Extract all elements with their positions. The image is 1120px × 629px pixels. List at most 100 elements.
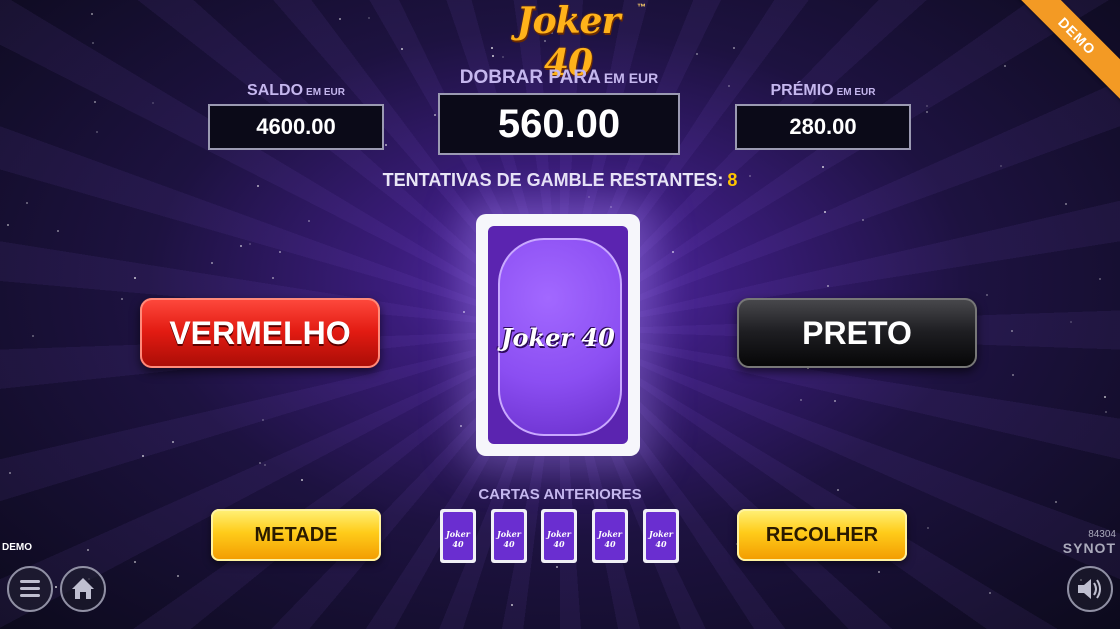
- star: [989, 592, 991, 594]
- double-to-box: 560.00: [438, 93, 680, 155]
- prize-label: PRÉMIO EM EUR: [735, 82, 911, 100]
- star: [259, 462, 261, 464]
- star: [96, 131, 98, 133]
- star: [728, 85, 730, 87]
- star: [610, 206, 612, 208]
- star: [32, 335, 34, 337]
- star: [926, 111, 928, 113]
- star: [986, 294, 988, 296]
- previous-card-logo: Joker 40: [547, 529, 571, 549]
- star: [301, 479, 303, 481]
- star: [1070, 321, 1072, 323]
- previous-card-logo: Joker 40: [598, 529, 622, 549]
- star: [55, 586, 57, 588]
- star: [368, 17, 370, 19]
- star: [588, 196, 590, 198]
- gamble-attempts-count: 8: [727, 170, 738, 190]
- brand-logo: SYNOT: [1062, 540, 1116, 556]
- game-id: 84304: [1088, 529, 1116, 540]
- star: [1065, 203, 1067, 205]
- star: [211, 262, 213, 264]
- star: [511, 604, 513, 606]
- half-button[interactable]: METADE: [211, 509, 381, 561]
- star: [1011, 330, 1013, 332]
- menu-button[interactable]: [7, 566, 53, 612]
- star: [240, 245, 242, 247]
- prize-label-text: PRÉMIO: [770, 82, 834, 99]
- star: [152, 102, 154, 104]
- previous-card: Joker 40: [592, 509, 628, 563]
- star: [172, 441, 174, 443]
- star: [134, 561, 136, 563]
- star: [1004, 65, 1006, 67]
- sound-button[interactable]: [1067, 566, 1113, 612]
- previous-card-logo: Joker 40: [497, 529, 521, 549]
- double-to-unit: EM EUR: [603, 70, 659, 86]
- star: [733, 47, 735, 49]
- star: [878, 571, 880, 573]
- star: [134, 277, 136, 279]
- previous-card-logo: Joker 40: [446, 529, 470, 549]
- balance-box: 4600.00: [208, 104, 384, 150]
- previous-cards-label: CARTAS ANTERIORES: [478, 486, 642, 503]
- balance-label-text: SALDO: [247, 82, 304, 99]
- prize-box: 280.00: [735, 104, 911, 150]
- trademark: ™: [637, 2, 646, 12]
- star: [926, 105, 928, 107]
- star: [1012, 374, 1014, 376]
- star: [177, 575, 179, 577]
- black-button[interactable]: PRETO: [737, 298, 977, 368]
- star: [862, 219, 864, 221]
- home-icon: [72, 578, 94, 599]
- star: [121, 298, 123, 300]
- previous-card: Joker 40: [440, 509, 476, 563]
- balance-label: SALDO EM EUR: [208, 82, 384, 100]
- star: [1104, 396, 1106, 398]
- star: [272, 277, 274, 279]
- star: [822, 166, 824, 168]
- star: [1000, 165, 1002, 167]
- speaker-icon: [1078, 579, 1101, 599]
- star: [492, 55, 494, 57]
- star: [279, 251, 281, 253]
- home-button[interactable]: [60, 566, 106, 612]
- star: [696, 53, 698, 55]
- star: [672, 251, 674, 253]
- star: [824, 211, 826, 213]
- star: [800, 399, 802, 401]
- gamble-card: Joker 40: [476, 214, 640, 456]
- star: [556, 566, 558, 568]
- demo-label: DEMO: [2, 542, 32, 553]
- star: [264, 464, 266, 466]
- gamble-attempts-label: TENTATIVAS DE GAMBLE RESTANTES:: [382, 170, 724, 190]
- previous-card: Joker 40: [491, 509, 527, 563]
- collect-button[interactable]: RECOLHER: [737, 509, 907, 561]
- star: [339, 18, 341, 20]
- star: [1099, 278, 1101, 280]
- star: [26, 202, 28, 204]
- double-to-value: 560.00: [497, 102, 621, 146]
- star: [94, 101, 96, 103]
- previous-card: Joker 40: [541, 509, 577, 563]
- star: [91, 13, 93, 15]
- previous-card-logo: Joker 40: [649, 529, 673, 549]
- star: [434, 114, 436, 116]
- star: [385, 144, 387, 146]
- star: [834, 400, 836, 402]
- star: [92, 42, 94, 44]
- double-to-label: DOBRAR PARA EM EUR: [438, 67, 680, 89]
- card-logo: Joker 40: [501, 323, 615, 352]
- card-back: Joker 40: [488, 226, 628, 444]
- star: [308, 220, 310, 222]
- balance-unit: EM EUR: [306, 87, 345, 98]
- star: [827, 285, 829, 287]
- star: [9, 472, 11, 474]
- red-button[interactable]: VERMELHO: [140, 298, 380, 368]
- star: [57, 230, 59, 232]
- prize-value: 280.00: [789, 114, 857, 139]
- star: [142, 455, 144, 457]
- prize-unit: EM EUR: [836, 87, 876, 98]
- star: [1105, 411, 1107, 413]
- star: [502, 56, 504, 58]
- star: [249, 243, 251, 245]
